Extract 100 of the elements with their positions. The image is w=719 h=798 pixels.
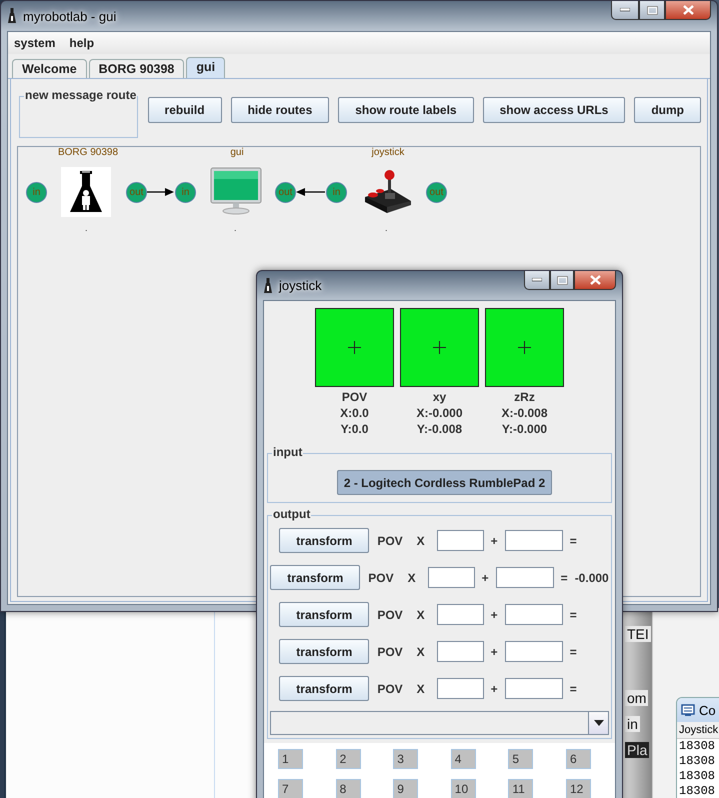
input-field[interactable]: [428, 567, 475, 588]
input-field[interactable]: [504, 604, 563, 625]
caret-icon: [594, 720, 604, 726]
number-button[interactable]: 1: [278, 749, 303, 769]
plus-sign: +: [490, 534, 498, 548]
input-field[interactable]: [436, 641, 484, 662]
number-button[interactable]: 7: [278, 779, 303, 798]
plus-sign: +: [482, 570, 489, 584]
axis-label: POV: [377, 534, 403, 548]
device-button[interactable]: 2 - Logitech Cordless RumblePad 2: [336, 470, 552, 495]
axis-label: POV: [368, 570, 394, 584]
toolbar-button[interactable]: dump: [634, 97, 701, 123]
minimize-button[interactable]: [524, 271, 550, 290]
transform-button[interactable]: transform: [270, 565, 360, 590]
number-button[interactable]: 9: [393, 779, 418, 798]
axis-label: POV: [377, 608, 403, 622]
axis-name: xy: [432, 389, 446, 405]
close-button[interactable]: [665, 1, 711, 20]
flask-icon: [61, 167, 111, 217]
minimize-button[interactable]: [611, 1, 639, 20]
minimize-icon: [532, 278, 542, 282]
service-caption: .: [85, 223, 88, 233]
transform-button[interactable]: transform: [279, 676, 370, 701]
x-label: X: [408, 570, 416, 584]
column-header: Joystick: [677, 722, 719, 739]
input-field[interactable]: [436, 604, 484, 625]
bottle-icon: [263, 278, 273, 294]
number-button[interactable]: 4: [450, 749, 476, 769]
number-button[interactable]: 2: [336, 749, 361, 769]
toolbar-button[interactable]: rebuild: [148, 97, 222, 123]
service-caption: .: [385, 223, 388, 233]
crosshair-icon: [433, 341, 446, 354]
console-icon: [681, 704, 695, 716]
x-label: X: [416, 608, 425, 622]
x-label: X: [416, 534, 425, 548]
axis-value: Y:0.0: [340, 421, 368, 437]
number-button[interactable]: 5: [508, 749, 534, 769]
log-line: 18308: [678, 739, 716, 754]
bottle-icon: [7, 8, 17, 24]
monitor-icon: [210, 167, 262, 215]
group-legend: input: [272, 445, 304, 459]
maximize-button[interactable]: [639, 1, 665, 20]
toolbar-button[interactable]: show access URLs: [482, 97, 626, 123]
service-caption: .: [234, 223, 237, 233]
input-field[interactable]: [496, 567, 554, 588]
input-field[interactable]: [504, 641, 563, 662]
number-button[interactable]: 10: [450, 779, 476, 798]
service-label: gui: [230, 147, 244, 158]
axis-value: X:-0.008: [501, 405, 548, 421]
partial-text: Pla: [625, 742, 650, 758]
transform-button[interactable]: transform: [279, 602, 370, 627]
close-icon: [682, 5, 694, 15]
input-field[interactable]: [436, 678, 484, 699]
axis-value: X:0.0: [340, 405, 369, 421]
input-field[interactable]: [504, 530, 563, 551]
number-button[interactable]: 12: [566, 779, 591, 798]
number-button[interactable]: 6: [566, 749, 591, 769]
crosshair-icon: [348, 341, 361, 354]
transform-button[interactable]: transform: [279, 639, 370, 664]
x-label: X: [416, 644, 425, 658]
equals-sign: =: [570, 534, 577, 548]
x-label: X: [416, 682, 425, 696]
partial-text: om: [625, 690, 648, 706]
axis-label: POV: [377, 682, 403, 696]
service-label: BORG 90398: [58, 147, 118, 158]
axis-value: X:-0.000: [416, 405, 463, 421]
close-icon: [590, 275, 600, 285]
maximize-button[interactable]: [550, 271, 574, 290]
axis-value: Y:-0.000: [502, 421, 548, 437]
plus-sign: +: [490, 644, 498, 658]
input-field[interactable]: [436, 530, 484, 551]
tab[interactable]: BORG 90398: [88, 59, 184, 78]
window-title: Co: [699, 702, 716, 718]
partial-text: TEI: [625, 626, 651, 642]
equals-sign: =: [570, 608, 577, 622]
plus-sign: +: [490, 608, 498, 622]
toolbar-button[interactable]: show route labels: [338, 97, 474, 123]
tab[interactable]: gui: [186, 57, 226, 78]
number-button[interactable]: 8: [336, 779, 361, 798]
log-line: 18308: [678, 784, 716, 798]
menu-item[interactable]: system: [14, 36, 56, 50]
group-legend: output: [272, 507, 312, 521]
tab[interactable]: Welcome: [12, 59, 87, 78]
axis-label: POV: [377, 644, 403, 658]
window-title: joystick: [279, 278, 322, 293]
dropdown[interactable]: [270, 711, 609, 735]
minimize-icon: [620, 8, 630, 12]
axis-name: POV: [342, 389, 368, 405]
number-button[interactable]: 11: [508, 779, 534, 798]
number-button[interactable]: 3: [393, 749, 418, 769]
crosshair-icon: [518, 341, 531, 354]
result-value: -0.000: [574, 570, 609, 584]
close-button[interactable]: [574, 271, 616, 290]
menu-item[interactable]: help: [69, 36, 94, 50]
transform-button[interactable]: transform: [279, 528, 370, 553]
equals-sign: =: [560, 570, 568, 584]
equals-sign: =: [570, 682, 577, 696]
toolbar-button[interactable]: hide routes: [230, 97, 330, 123]
service-label: joystick: [372, 147, 404, 158]
input-field[interactable]: [504, 678, 563, 699]
